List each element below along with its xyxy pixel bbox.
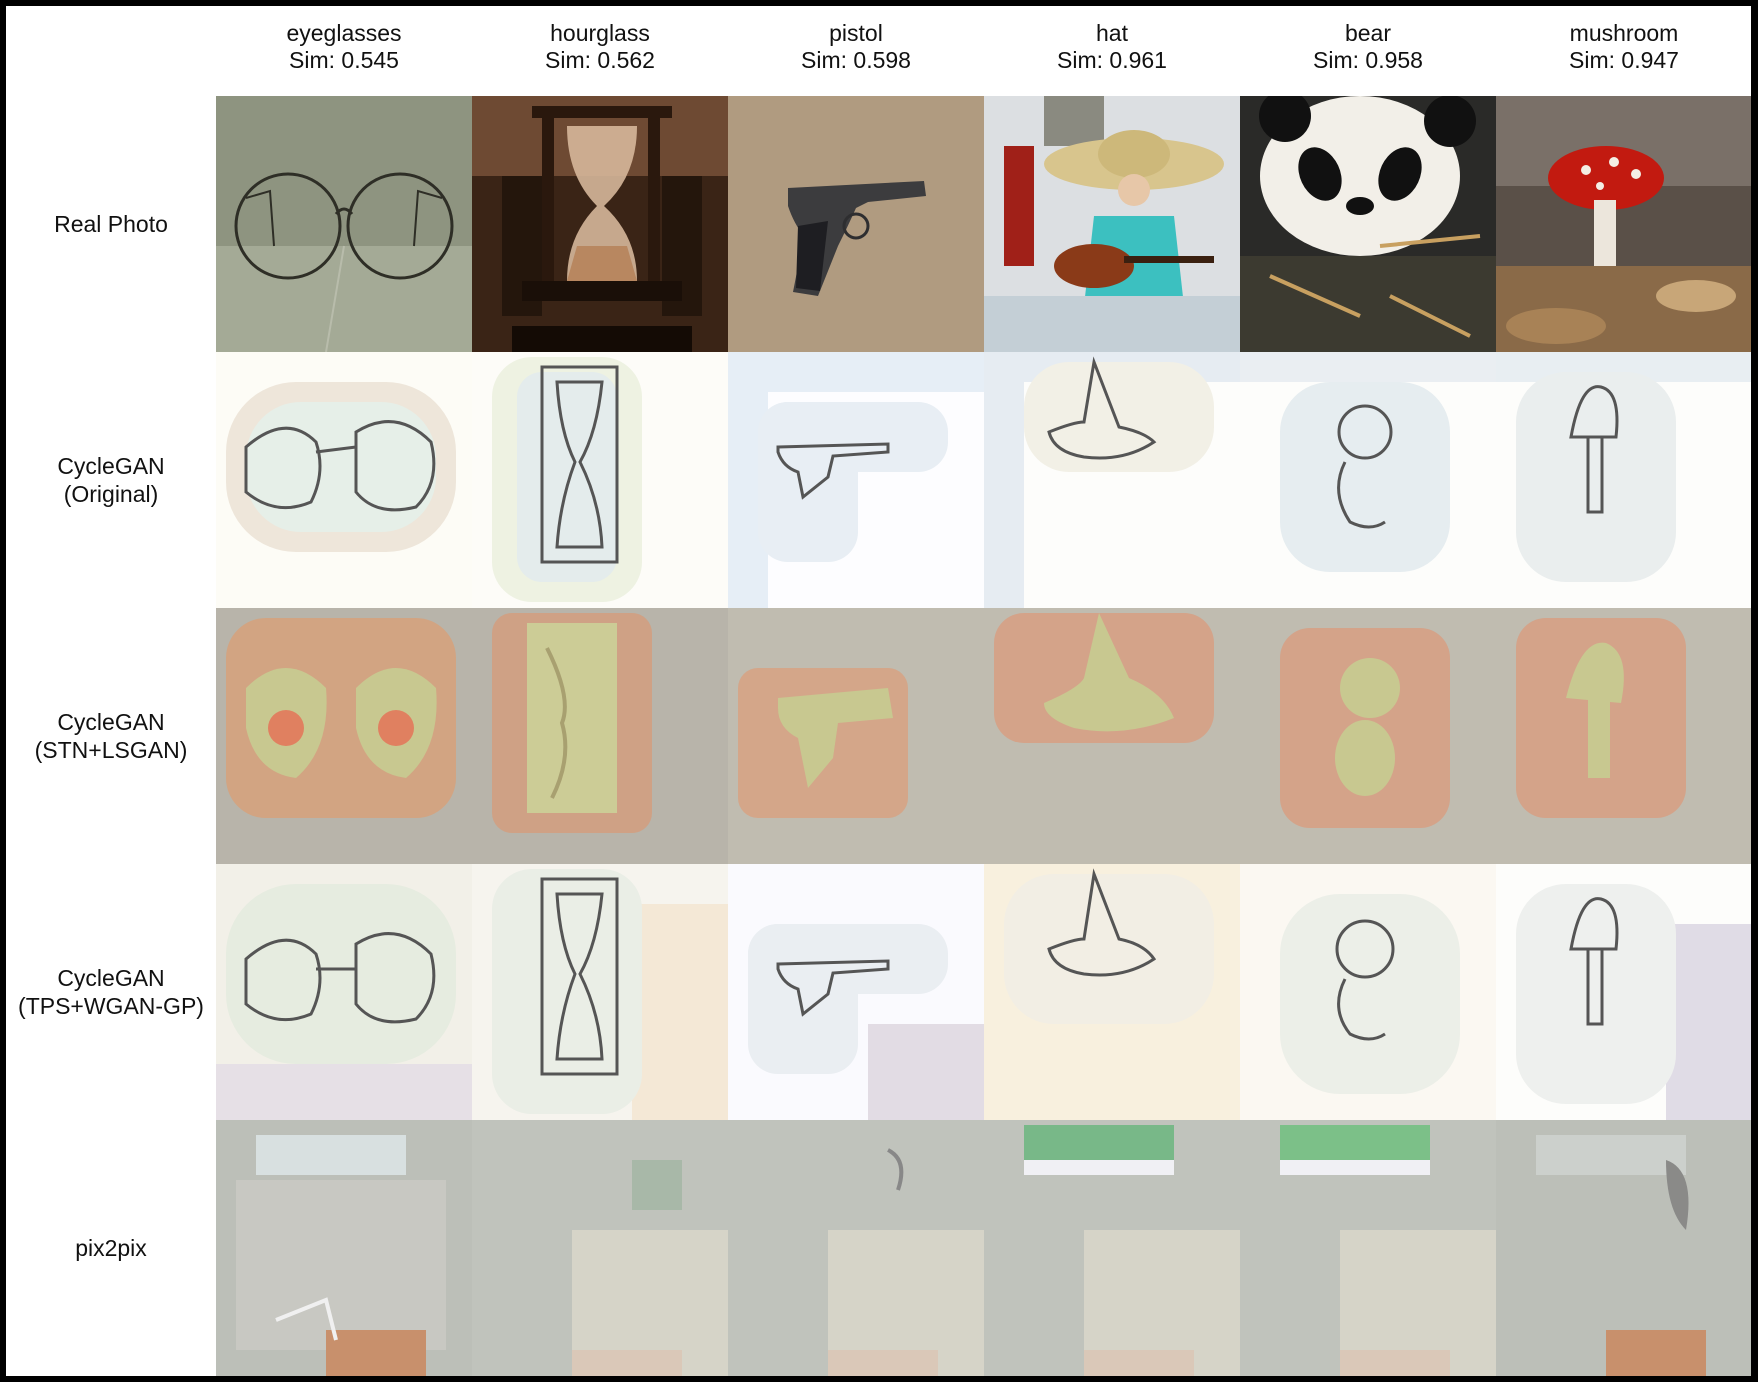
pix2pix-hourglass xyxy=(472,1120,728,1376)
figure-frame: eyeglasses Sim: 0.545 hourglass Sim: 0.5… xyxy=(6,6,1751,1376)
cyclegan-stn-pistol xyxy=(728,608,984,864)
column-sim: Sim: 0.562 xyxy=(545,47,655,73)
column-sim: Sim: 0.961 xyxy=(1057,47,1167,73)
photo-hat xyxy=(984,96,1240,352)
pix2pix-mushroom xyxy=(1496,1120,1751,1376)
pix2pix-pistol xyxy=(728,1120,984,1376)
column-header-bear: bear Sim: 0.958 xyxy=(1240,20,1496,90)
column-sim: Sim: 0.598 xyxy=(801,47,911,73)
column-header-hat: hat Sim: 0.961 xyxy=(984,20,1240,90)
row-label-line: (STN+LSGAN) xyxy=(34,737,188,763)
cyclegan-tps-hourglass xyxy=(472,864,728,1120)
row-label-cyclegan-tps-wgan-gp: CycleGAN (TPS+WGAN-GP) xyxy=(6,864,216,1120)
pix2pix-eyeglasses xyxy=(216,1120,472,1376)
row-label-pix2pix: pix2pix xyxy=(6,1120,216,1376)
cyclegan-original-mushroom xyxy=(1496,352,1751,608)
cyclegan-tps-eyeglasses xyxy=(216,864,472,1120)
cyclegan-tps-pistol xyxy=(728,864,984,1120)
column-label: hourglass xyxy=(550,20,650,46)
cyclegan-stn-hat xyxy=(984,608,1240,864)
cyclegan-tps-mushroom xyxy=(1496,864,1751,1120)
cyclegan-stn-eyeglasses xyxy=(216,608,472,864)
column-label: pistol xyxy=(829,20,883,46)
cyclegan-original-eyeglasses xyxy=(216,352,472,608)
row-label-cyclegan-original: CycleGAN (Original) xyxy=(6,352,216,608)
column-label: mushroom xyxy=(1569,20,1679,46)
photo-hourglass xyxy=(472,96,728,352)
column-label: hat xyxy=(1096,20,1128,46)
column-header-eyeglasses: eyeglasses Sim: 0.545 xyxy=(216,20,472,90)
pix2pix-hat xyxy=(984,1120,1240,1376)
cyclegan-original-pistol xyxy=(728,352,984,608)
row-label-line: CycleGAN xyxy=(57,709,165,735)
row-label-line: CycleGAN xyxy=(57,453,165,479)
cyclegan-tps-hat xyxy=(984,864,1240,1120)
column-sim: Sim: 0.947 xyxy=(1569,47,1679,73)
column-sim: Sim: 0.545 xyxy=(289,47,399,73)
cyclegan-stn-bear xyxy=(1240,608,1496,864)
cyclegan-stn-mushroom xyxy=(1496,608,1751,864)
row-label-real-photo: Real Photo xyxy=(6,96,216,352)
column-header-hourglass: hourglass Sim: 0.562 xyxy=(472,20,728,90)
column-label: bear xyxy=(1344,20,1392,46)
row-label-line: Real Photo xyxy=(54,211,168,237)
column-header-pistol: pistol Sim: 0.598 xyxy=(728,20,984,90)
row-label-line: CycleGAN xyxy=(57,965,165,991)
column-header-mushroom: mushroom Sim: 0.947 xyxy=(1496,20,1751,90)
column-sim: Sim: 0.958 xyxy=(1313,47,1423,73)
column-label: eyeglasses xyxy=(286,20,402,46)
row-label-line: (Original) xyxy=(63,481,159,507)
row-label-line: (TPS+WGAN-GP) xyxy=(18,993,204,1019)
row-label-line: pix2pix xyxy=(75,1235,147,1261)
pix2pix-bear xyxy=(1240,1120,1496,1376)
photo-pistol xyxy=(728,96,984,352)
cyclegan-stn-hourglass xyxy=(472,608,728,864)
photo-eyeglasses xyxy=(216,96,472,352)
photo-bear xyxy=(1240,96,1496,352)
cyclegan-tps-bear xyxy=(1240,864,1496,1120)
row-label-cyclegan-stn-lsgan: CycleGAN (STN+LSGAN) xyxy=(6,608,216,864)
cyclegan-original-hourglass xyxy=(472,352,728,608)
cyclegan-original-hat xyxy=(984,352,1240,608)
cyclegan-original-bear xyxy=(1240,352,1496,608)
photo-mushroom xyxy=(1496,96,1751,352)
